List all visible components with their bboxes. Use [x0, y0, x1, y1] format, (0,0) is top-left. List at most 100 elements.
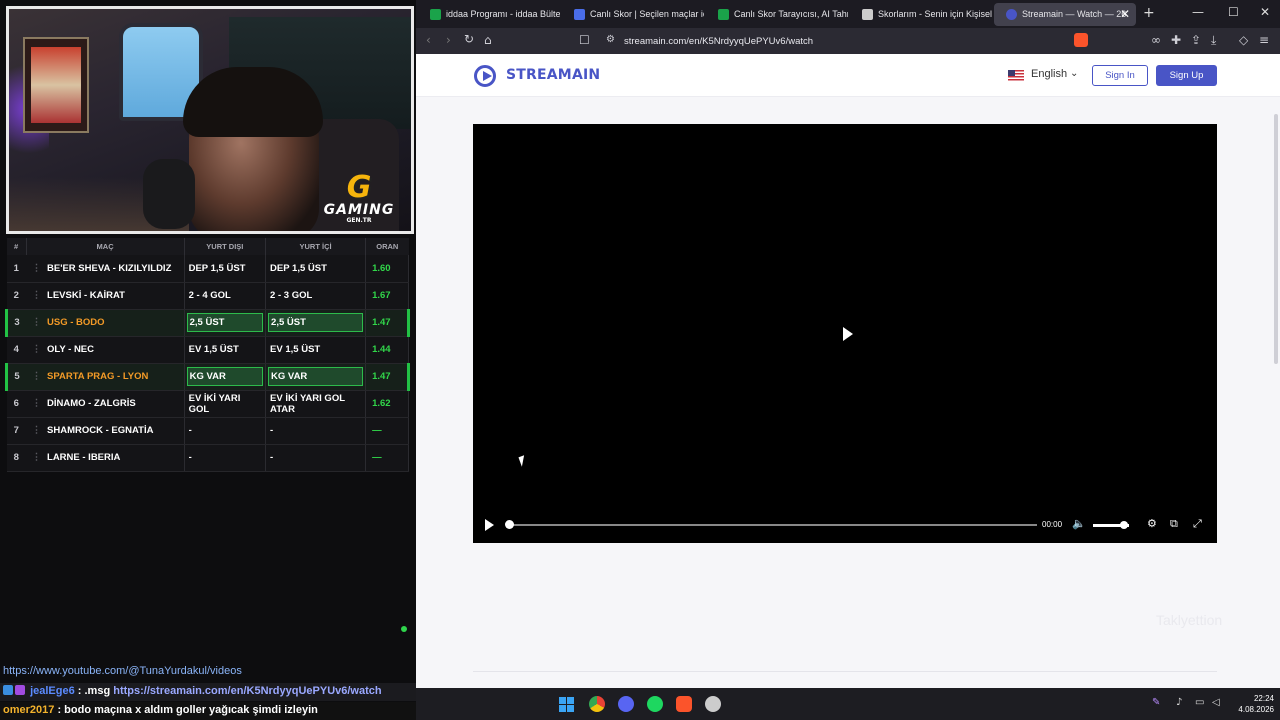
- video-player[interactable]: 00:00 🔈 ⚙ ⧉ ⤢: [473, 124, 1217, 543]
- streamain-logo-icon[interactable]: [474, 65, 496, 87]
- bet-row: 5 ⋮ SPARTA PRAG - LYON KG VAR KG VAR 1.47: [5, 363, 410, 391]
- bet-local: EV İKİ YARI GOL ATAR: [265, 390, 367, 418]
- sign-in-button[interactable]: Sign In: [1092, 65, 1148, 86]
- spotify-icon[interactable]: [647, 696, 663, 712]
- drag-handle-icon: ⋮: [26, 444, 48, 472]
- tab-scanner[interactable]: Canlı Skor Tarayıcısı, AI Tahmini: [706, 3, 848, 26]
- header-odd: ORAN: [365, 238, 409, 255]
- logo-subtext: GEN.TR: [346, 217, 372, 224]
- chat-separator: :: [57, 704, 62, 716]
- close-window-icon[interactable]: ✕: [1260, 5, 1270, 19]
- play-button[interactable]: [485, 519, 494, 531]
- mic-icon[interactable]: ♪: [1176, 697, 1182, 708]
- chat-message: jealEge6 : .msg https://streamain.com/en…: [0, 683, 416, 701]
- volume-icon[interactable]: 🔈: [1072, 517, 1086, 530]
- bet-abroad: 2 - 4 GOL: [184, 282, 267, 310]
- settings-icon[interactable]: ⚙: [1147, 517, 1157, 530]
- canli-skor-icon: [574, 9, 585, 20]
- chat-badge-icon: [15, 685, 25, 695]
- volume-handle[interactable]: [1119, 521, 1128, 529]
- tab-canli-skor[interactable]: Canlı Skor | Seçilen maçlar için: [562, 3, 704, 26]
- drag-handle-icon: ⋮: [26, 417, 48, 445]
- logo-letter: G: [346, 170, 372, 205]
- bet-abroad-box: KG VAR: [186, 367, 264, 386]
- chat-badge-icon: [3, 685, 13, 695]
- maximize-icon[interactable]: ☐: [1228, 5, 1239, 19]
- bet-number: 3: [5, 309, 27, 337]
- tab-bar: iddaa Programı - iddaa Bülteni Canlı Sko…: [416, 0, 1280, 28]
- bet-match: SHAMROCK - EGNATİA: [47, 417, 185, 445]
- tab-label: Skorlarım - Senin için Kişiselleş: [878, 9, 992, 19]
- bet-odd: —: [365, 417, 409, 445]
- bet-local: -: [265, 417, 367, 445]
- chat-username[interactable]: omer2017: [3, 704, 54, 716]
- pen-icon[interactable]: ✎: [1152, 697, 1160, 708]
- chat-username[interactable]: jealEge6: [30, 685, 75, 697]
- sign-up-button[interactable]: Sign Up: [1156, 65, 1217, 86]
- scrollbar[interactable]: [1274, 114, 1278, 364]
- browser-toolbar: ‹ › ↻ ⌂ ☐ ⚙ streamain.com/en/K5NrdyyqUeP…: [416, 28, 1280, 54]
- play-icon[interactable]: [843, 327, 853, 341]
- wallet-icon[interactable]: ◇: [1239, 33, 1248, 47]
- site-info-icon[interactable]: ⚙: [606, 34, 615, 45]
- speaker-icon[interactable]: ◁: [1212, 697, 1220, 708]
- taskbar: ✎ ♪ ▭ ◁ 22:24 4.08.2026: [416, 688, 1280, 720]
- menu-icon[interactable]: ≡: [1259, 33, 1269, 47]
- share-icon[interactable]: ⇪: [1191, 33, 1201, 47]
- language-select[interactable]: English: [1031, 68, 1067, 80]
- picture-in-picture-icon[interactable]: ⧉: [1170, 517, 1178, 531]
- bets-header: # MAÇ YURT DIŞI YURT İÇİ ORAN: [6, 238, 409, 255]
- drag-handle-icon: ⋮: [26, 390, 48, 418]
- bet-odd: 1.67: [365, 282, 409, 310]
- bookmark-icon[interactable]: ☐: [579, 33, 590, 47]
- bet-abroad: EV 1,5 ÜST: [184, 336, 267, 364]
- bet-number: 8: [6, 444, 27, 472]
- puzzle-icon[interactable]: ✚: [1171, 33, 1181, 47]
- scanner-icon: [718, 9, 729, 20]
- progress-bar[interactable]: [505, 520, 1037, 529]
- brave-icon[interactable]: [676, 696, 692, 712]
- bet-match: USG - BODO: [47, 309, 185, 337]
- system-clock[interactable]: 22:24 4.08.2026: [1234, 693, 1274, 715]
- tab-iddaa[interactable]: iddaa Programı - iddaa Bülteni: [418, 3, 560, 26]
- progress-handle[interactable]: [505, 520, 514, 529]
- tab-streamain[interactable]: Streamain — Watch — 26 ✕: [994, 3, 1136, 26]
- chevron-down-icon[interactable]: ⌄: [1070, 68, 1078, 79]
- bet-row: 2 ⋮ LEVSKİ - KAİRAT 2 - 4 GOL 2 - 3 GOL 1.67: [6, 282, 409, 310]
- tab-skorlarim[interactable]: Skorlarım - Senin için Kişiselleş: [850, 3, 992, 26]
- minimize-icon[interactable]: —: [1192, 5, 1204, 19]
- back-icon[interactable]: ‹: [426, 33, 431, 47]
- globe-icon[interactable]: [705, 696, 721, 712]
- bet-number: 2: [6, 282, 27, 310]
- tab-label: Streamain — Watch — 26: [1022, 9, 1127, 19]
- close-tab-icon[interactable]: ✕: [1120, 7, 1130, 21]
- microphone: [143, 159, 195, 229]
- brave-shield-icon[interactable]: [1074, 33, 1088, 47]
- bet-local-box: KG VAR: [268, 367, 364, 386]
- skorlarim-icon: [862, 9, 873, 20]
- bet-match: LEVSKİ - KAİRAT: [47, 282, 185, 310]
- youtube-link[interactable]: https://www.youtube.com/@TunaYurdakul/vi…: [3, 665, 242, 677]
- reload-icon[interactable]: ↻: [464, 32, 474, 46]
- home-icon[interactable]: ⌂: [484, 33, 492, 47]
- tab-label: Canlı Skor | Seçilen maçlar için: [590, 9, 704, 19]
- chrome-icon[interactable]: [589, 696, 605, 712]
- display-icon[interactable]: ▭: [1195, 697, 1204, 708]
- fullscreen-icon[interactable]: ⤢: [1193, 517, 1202, 531]
- volume-slider[interactable]: [1093, 521, 1129, 529]
- bet-local: EV 1,5 ÜST: [265, 336, 367, 364]
- chat-link[interactable]: https://streamain.com/en/K5NrdyyqUePYUv6…: [113, 685, 381, 697]
- discord-icon[interactable]: [618, 696, 634, 712]
- url-bar[interactable]: ⚙ streamain.com/en/K5NrdyyqUePYUv6/watch: [600, 31, 1110, 52]
- brand-name[interactable]: STREAMAIN: [506, 67, 600, 83]
- windows-start-icon[interactable]: [559, 697, 574, 712]
- new-tab-icon[interactable]: +: [1143, 5, 1155, 21]
- forward-icon[interactable]: ›: [446, 33, 451, 47]
- us-flag-icon[interactable]: [1008, 70, 1024, 81]
- bet-row: 1 ⋮ BE'ER SHEVA - KIZILYILDIZ DEP 1,5 ÜST DE…: [6, 255, 409, 283]
- chat-command: .msg: [84, 685, 111, 697]
- extension-icon[interactable]: ∞: [1151, 33, 1161, 47]
- download-icon[interactable]: ⤓: [1211, 33, 1216, 48]
- web-page: STREAMAIN English ⌄ Sign In Sign Up 00:0…: [416, 54, 1280, 688]
- webcam-feed: G GAMING GEN.TR: [6, 6, 414, 234]
